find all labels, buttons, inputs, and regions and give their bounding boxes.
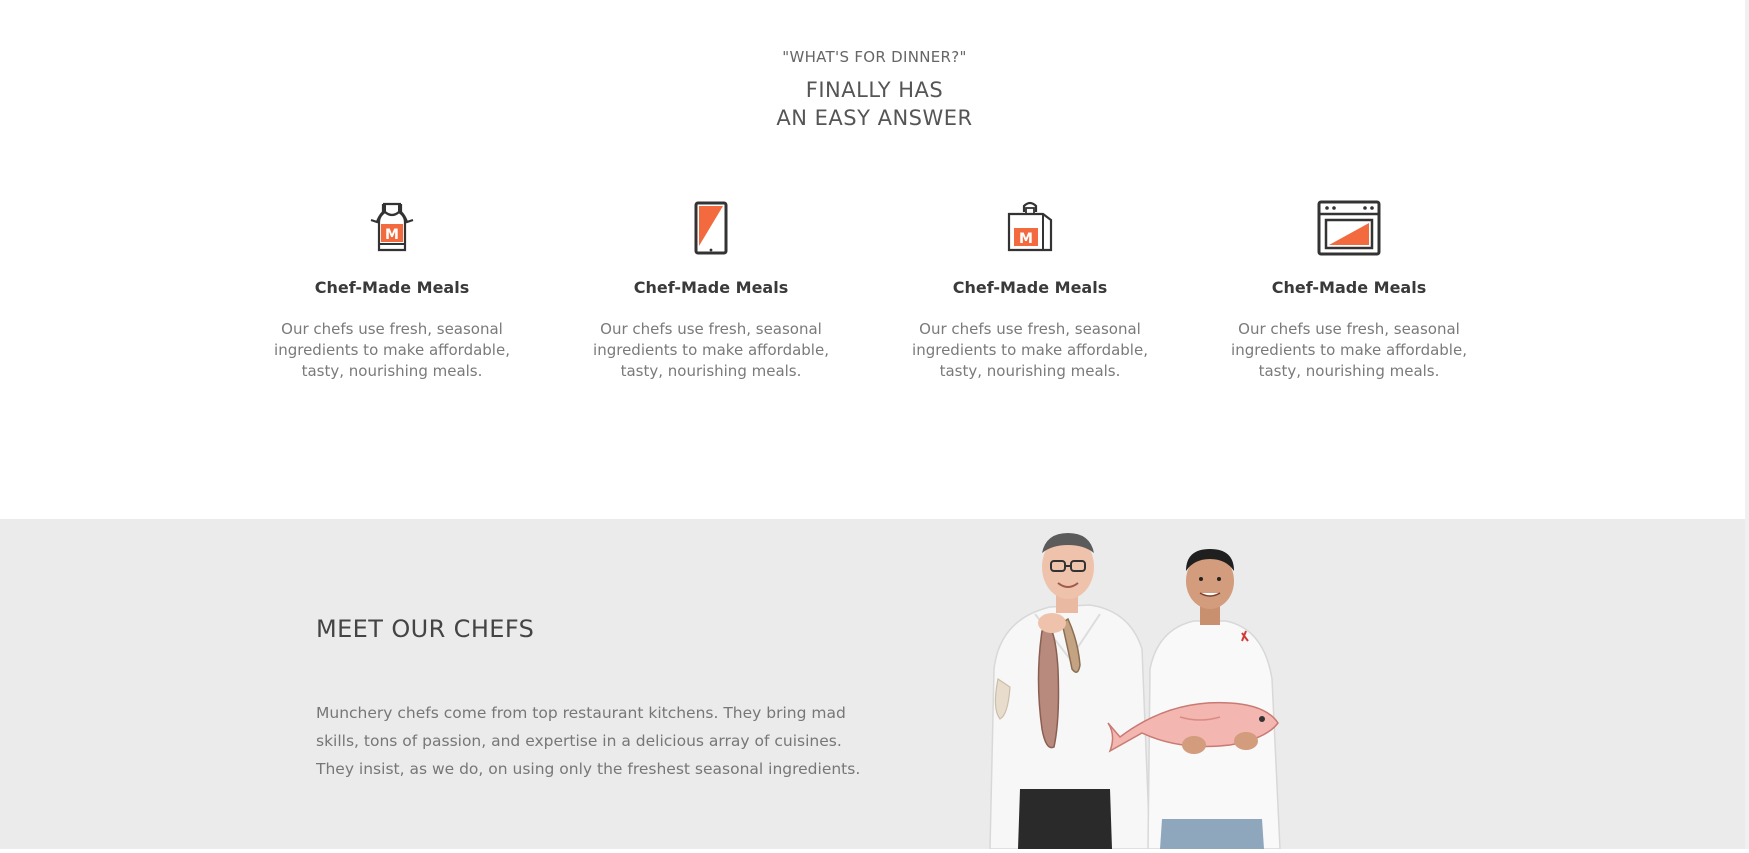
oven-icon — [1314, 198, 1384, 258]
feature-card: M Chef-Made Meals Our chefs use fresh, s… — [900, 198, 1160, 382]
delivery-bag-icon: M — [995, 198, 1065, 258]
right-edge-strip — [1745, 0, 1749, 849]
feature-description: Our chefs use fresh, seasonal ingredient… — [1231, 320, 1467, 380]
headline-line-2: AN EASY ANSWER — [776, 106, 973, 130]
chefs-description: Munchery chefs come from top restaurant … — [316, 704, 861, 778]
tablet-icon — [676, 198, 746, 258]
feature-description: Our chefs use fresh, seasonal ingredient… — [912, 320, 1148, 380]
intro-headline: FINALLY HAS AN EASY ANSWER — [0, 76, 1749, 132]
feature-title: Chef-Made Meals — [314, 278, 470, 297]
feature-title: Chef-Made Meals — [952, 278, 1108, 297]
intro-kicker: "WHAT'S FOR DINNER?" — [782, 48, 967, 66]
feature-card: Chef-Made Meals Our chefs use fresh, sea… — [581, 198, 841, 382]
feature-title: Chef-Made Meals — [1271, 278, 1427, 297]
chefs-title: MEET OUR CHEFS — [316, 615, 535, 643]
chefs-section: MEET OUR CHEFS Munchery chefs come from … — [0, 519, 1749, 850]
feature-card: M Chef-Made Meals Our chefs use fresh, s… — [262, 198, 522, 382]
svg-text:M: M — [1019, 231, 1033, 247]
chefs-photo — [980, 519, 1320, 850]
feature-card: Chef-Made Meals Our chefs use fresh, sea… — [1219, 198, 1479, 382]
headline-line-1: FINALLY HAS — [805, 78, 944, 102]
feature-description: Our chefs use fresh, seasonal ingredient… — [274, 320, 510, 380]
feature-title: Chef-Made Meals — [633, 278, 789, 297]
apron-icon: M — [357, 198, 427, 258]
intro-section: "WHAT'S FOR DINNER?" FINALLY HAS AN EASY… — [0, 0, 1749, 519]
svg-text:M: M — [385, 227, 399, 243]
feature-description: Our chefs use fresh, seasonal ingredient… — [593, 320, 829, 380]
